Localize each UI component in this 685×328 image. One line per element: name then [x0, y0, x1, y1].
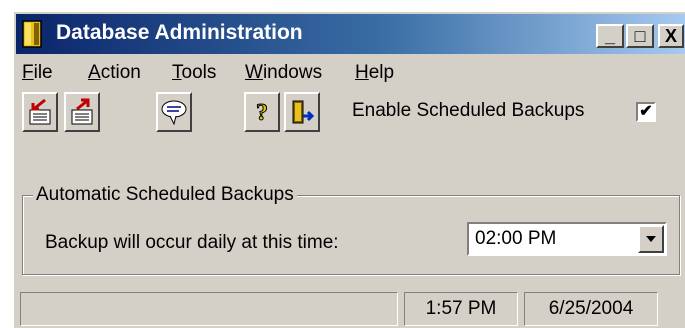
dropdown-button[interactable] — [638, 225, 664, 253]
close-button[interactable]: X — [658, 24, 684, 48]
status-time-panel: 1:57 PM — [404, 292, 518, 326]
close-icon: X — [664, 25, 677, 46]
backup-time-label: Backup will occur daily at this time: — [45, 232, 339, 253]
chat-icon — [161, 100, 187, 126]
chevron-down-icon — [646, 236, 656, 242]
enable-backups-checkbox[interactable]: ✔ — [636, 102, 656, 122]
status-message-panel — [20, 292, 398, 326]
import-icon — [29, 98, 51, 125]
maximize-button[interactable]: □ — [626, 24, 654, 48]
menu-action[interactable]: Action — [88, 62, 141, 84]
window-title: Database Administration — [56, 21, 303, 44]
status-bar: 1:57 PM 6/25/2004 — [20, 292, 685, 326]
export-button[interactable] — [64, 92, 100, 132]
menu-file[interactable]: File — [22, 62, 53, 84]
minimize-icon: _ — [604, 25, 615, 46]
menu-help[interactable]: Help — [355, 62, 394, 84]
app-window: Database Administration _ □ X File Actio… — [12, 10, 685, 328]
import-button[interactable] — [22, 92, 58, 132]
status-time: 1:57 PM — [425, 298, 497, 319]
backup-time-select[interactable]: 02:00 PM — [467, 222, 667, 256]
menu-bar: File Action Tools Windows Help — [16, 58, 685, 88]
exit-button[interactable] — [284, 92, 320, 132]
export-icon — [71, 98, 93, 125]
backup-time-value: 02:00 PM — [475, 228, 557, 249]
scheduled-backups-group: Automatic Scheduled Backups Backup will … — [22, 184, 680, 275]
toolbar: ? Enable Scheduled Backups ✔ — [14, 92, 685, 136]
status-date: 6/25/2004 — [548, 298, 634, 319]
check-icon: ✔ — [639, 103, 653, 120]
menu-windows[interactable]: Windows — [245, 62, 322, 84]
minimize-button[interactable]: _ — [596, 24, 624, 48]
help-button[interactable]: ? — [244, 92, 280, 132]
enable-backups-label: Enable Scheduled Backups — [352, 100, 585, 121]
help-icon: ? — [256, 100, 269, 127]
svg-text:?: ? — [256, 100, 268, 126]
group-title: Automatic Scheduled Backups — [33, 184, 297, 206]
database-icon — [22, 20, 42, 48]
status-date-panel: 6/25/2004 — [524, 292, 658, 326]
exit-icon — [292, 100, 315, 124]
menu-tools[interactable]: Tools — [172, 62, 216, 84]
chat-button[interactable] — [156, 92, 192, 132]
maximize-icon: □ — [634, 25, 646, 46]
title-bar[interactable]: Database Administration _ □ X — [16, 14, 685, 54]
